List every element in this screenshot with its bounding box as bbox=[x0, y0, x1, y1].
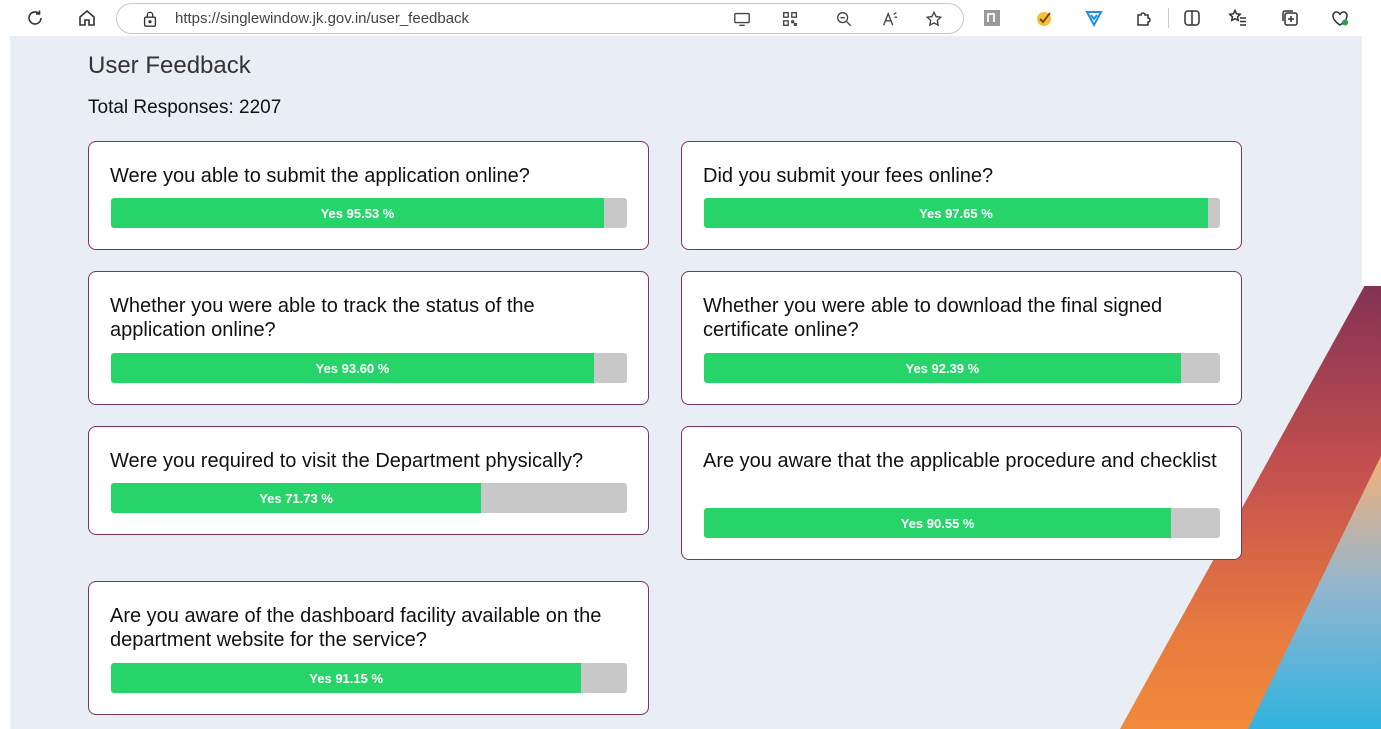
progress-bar: Yes 91.15 % bbox=[111, 663, 627, 693]
favorites-bar-icon[interactable] bbox=[1226, 6, 1250, 30]
total-responses: Total Responses: 2207 bbox=[88, 97, 282, 118]
question-text: Are you aware that the applicable proced… bbox=[703, 450, 1217, 472]
split-screen-icon[interactable] bbox=[1180, 6, 1204, 30]
lock-icon[interactable] bbox=[139, 8, 161, 30]
progress-label: Yes 71.73 % bbox=[259, 490, 333, 506]
question-text: Whether you were able to track the statu… bbox=[110, 295, 535, 341]
feedback-card: Did you submit your fees online? Yes 97.… bbox=[681, 141, 1242, 250]
feedback-card: Are you aware of the dashboard facility … bbox=[88, 581, 649, 715]
progress-label: Yes 91.15 % bbox=[309, 670, 384, 686]
app-available-icon[interactable] bbox=[731, 8, 753, 30]
progress-label: Yes 90.55 % bbox=[900, 515, 975, 531]
progress-bar-fill: Yes 95.53 % bbox=[111, 198, 604, 228]
page-title: User Feedback bbox=[88, 52, 251, 79]
toolbar-separator bbox=[1168, 8, 1169, 28]
read-aloud-icon[interactable] bbox=[879, 8, 901, 30]
shield-extension-icon[interactable] bbox=[1082, 6, 1106, 30]
progress-label: Yes 95.53 % bbox=[320, 205, 395, 221]
progress-bar: Yes 92.39 % bbox=[704, 353, 1220, 383]
progress-bar-fill: Yes 71.73 % bbox=[111, 483, 482, 513]
url-text[interactable]: https://singlewindow.jk.gov.in/user_feed… bbox=[175, 10, 469, 27]
zoom-out-icon[interactable] bbox=[833, 8, 855, 30]
question-text: Are you aware of the dashboard facility … bbox=[110, 605, 602, 651]
progress-bar-fill: Yes 92.39 % bbox=[704, 353, 1181, 383]
progress-bar: Yes 95.53 % bbox=[111, 198, 627, 228]
progress-label: Yes 97.65 % bbox=[919, 205, 993, 221]
progress-bar-fill: Yes 91.15 % bbox=[111, 663, 582, 693]
progress-bar: Yes 90.55 % bbox=[704, 508, 1220, 538]
home-icon[interactable] bbox=[74, 5, 100, 31]
refresh-icon[interactable] bbox=[22, 5, 48, 31]
extension-icon[interactable] bbox=[980, 6, 1004, 30]
progress-bar: Yes 97.65 % bbox=[704, 198, 1220, 228]
checkmark-extension-icon[interactable] bbox=[1032, 6, 1056, 30]
progress-bar: Yes 71.73 % bbox=[111, 483, 627, 513]
feedback-card: Whether you were able to download the fi… bbox=[681, 271, 1242, 405]
address-bar[interactable]: https://singlewindow.jk.gov.in/user_feed… bbox=[116, 3, 964, 34]
question-text: Did you submit your fees online? bbox=[703, 165, 994, 187]
progress-bar-fill: Yes 97.65 % bbox=[704, 198, 1208, 228]
feedback-card: Were you able to submit the application … bbox=[88, 141, 649, 250]
puzzle-icon[interactable] bbox=[1132, 6, 1156, 30]
progress-label: Yes 93.60 % bbox=[315, 360, 390, 376]
page-content: User Feedback Total Responses: 2207 Were… bbox=[10, 36, 1381, 729]
progress-bar: Yes 93.60 % bbox=[111, 353, 627, 383]
favorite-star-icon[interactable] bbox=[923, 8, 945, 30]
browser-essentials-icon[interactable] bbox=[1328, 6, 1352, 30]
question-text: Whether you were able to download the fi… bbox=[703, 295, 1163, 341]
question-text: Were you able to submit the application … bbox=[110, 165, 530, 187]
feedback-card: Were you required to visit the Departmen… bbox=[88, 426, 649, 535]
browser-toolbar: https://singlewindow.jk.gov.in/user_feed… bbox=[0, 0, 1381, 36]
progress-label: Yes 92.39 % bbox=[905, 360, 980, 376]
collections-icon[interactable] bbox=[1278, 6, 1302, 30]
question-text: Were you required to visit the Departmen… bbox=[110, 450, 584, 472]
progress-bar-fill: Yes 93.60 % bbox=[111, 353, 594, 383]
feedback-card: Whether you were able to track the statu… bbox=[88, 271, 649, 405]
progress-bar-fill: Yes 90.55 % bbox=[704, 508, 1172, 538]
feedback-card: Are you aware that the applicable proced… bbox=[681, 426, 1242, 560]
qr-code-icon[interactable] bbox=[779, 8, 801, 30]
